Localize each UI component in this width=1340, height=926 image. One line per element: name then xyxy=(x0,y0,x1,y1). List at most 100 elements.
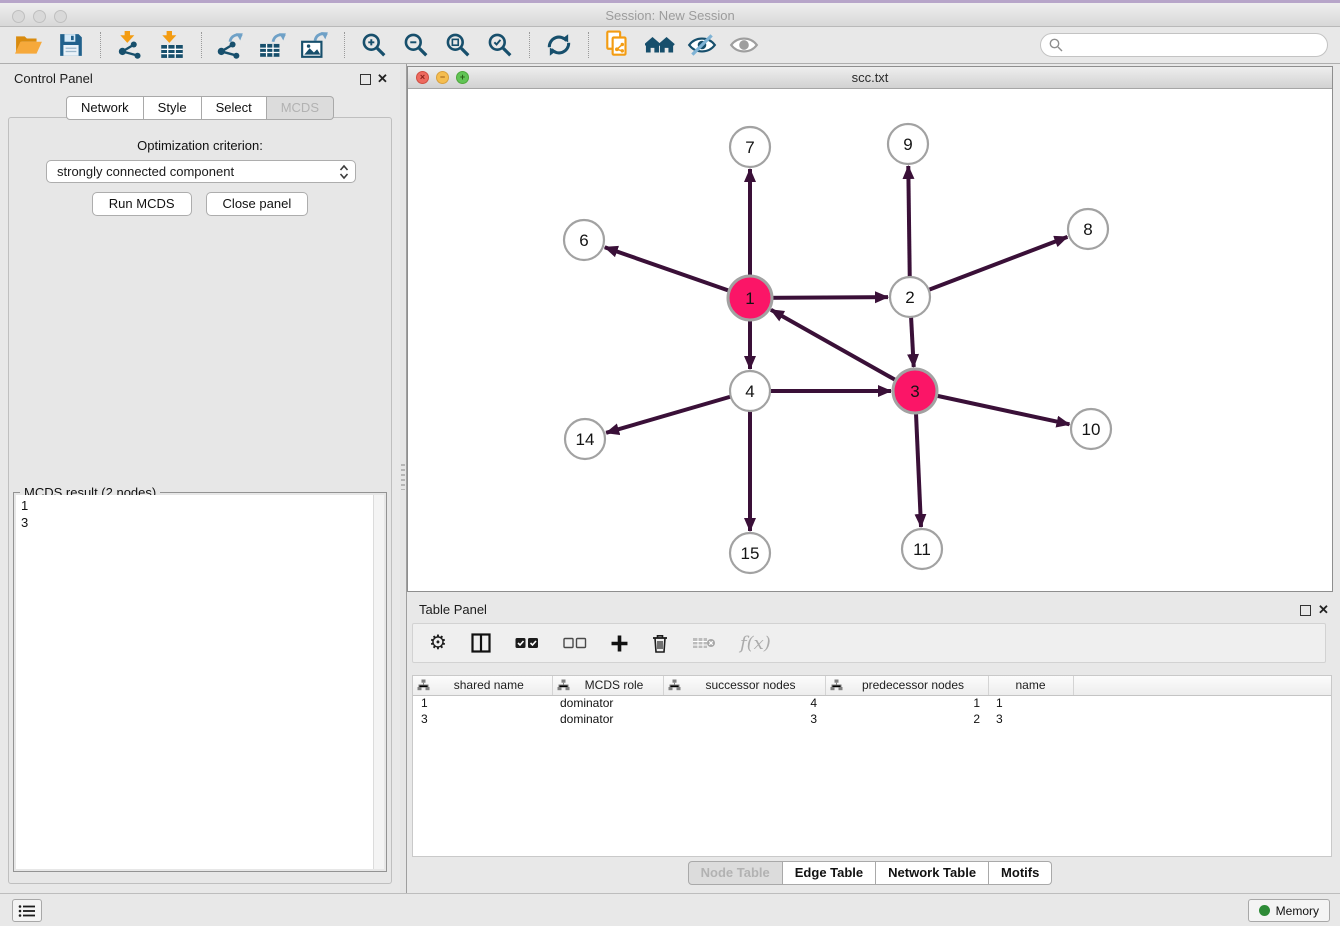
graph-node-2[interactable]: 2 xyxy=(890,277,930,317)
graph-edge-3-10[interactable] xyxy=(915,391,1069,424)
table-cell[interactable]: 3 xyxy=(663,711,825,727)
delete-column-button[interactable] xyxy=(652,630,668,656)
import-network-button[interactable] xyxy=(115,30,145,60)
table-cell[interactable]: 3 xyxy=(413,711,552,727)
first-neighbors-button[interactable] xyxy=(645,30,675,60)
node-table: shared name MCDS role successor nodes pr… xyxy=(412,675,1332,857)
zoom-fit-button[interactable] xyxy=(443,30,473,60)
graph-node-label: 9 xyxy=(903,135,912,154)
column-browser-button[interactable] xyxy=(471,630,491,656)
function-builder-button: f(x) xyxy=(740,630,771,656)
table-close-panel-icon[interactable]: ✕ xyxy=(1318,602,1329,618)
tab-mcds[interactable]: MCDS xyxy=(267,96,334,120)
open-folder-icon xyxy=(15,32,43,58)
table-row[interactable]: 3dominator323 xyxy=(413,711,1331,727)
zoom-in-icon xyxy=(361,32,387,58)
table-tabs: Node Table Edge Table Network Table Moti… xyxy=(407,861,1333,885)
mcds-buttons-row: Run MCDS Close panel xyxy=(9,192,391,216)
open-folder-button[interactable] xyxy=(14,30,44,60)
table-cell[interactable]: dominator xyxy=(552,695,663,711)
graph-node-14[interactable]: 14 xyxy=(565,419,605,459)
toolbar-separator xyxy=(344,32,345,58)
memory-button[interactable]: Memory xyxy=(1248,899,1330,922)
search-input[interactable] xyxy=(1069,38,1319,53)
tab-node-table[interactable]: Node Table xyxy=(688,861,783,885)
main-toolbar xyxy=(0,27,1340,64)
table-settings-button[interactable]: ⚙ xyxy=(429,630,447,656)
tab-edge-table[interactable]: Edge Table xyxy=(783,861,876,885)
tab-style[interactable]: Style xyxy=(144,96,202,120)
network-canvas[interactable]: 7 9 6 8 1 2 4 3 14 10 15 11 xyxy=(408,89,1332,591)
optimization-criterion-select[interactable]: strongly connected component xyxy=(46,160,356,183)
table-cell[interactable]: 4 xyxy=(663,695,825,711)
hide-selected-button[interactable] xyxy=(687,30,717,60)
graph-node-7[interactable]: 7 xyxy=(730,127,770,167)
unselect-all-columns-button[interactable] xyxy=(563,630,587,656)
graph-node-9[interactable]: 9 xyxy=(888,124,928,164)
graph-node-label: 8 xyxy=(1083,220,1092,239)
graph-node-11[interactable]: 11 xyxy=(902,529,942,569)
zoom-out-button[interactable] xyxy=(401,30,431,60)
panel-splitter[interactable] xyxy=(400,64,407,893)
table-cell[interactable]: 3 xyxy=(988,711,1073,727)
table-cell-filler xyxy=(1073,695,1331,711)
col-shared-name[interactable]: shared name xyxy=(413,676,552,695)
table-cell[interactable]: 1 xyxy=(413,695,552,711)
graph-edge-2-8[interactable] xyxy=(910,237,1067,297)
table-cell[interactable]: 1 xyxy=(825,695,988,711)
network-file-button[interactable] xyxy=(603,30,633,60)
graph-node-10[interactable]: 10 xyxy=(1071,409,1111,449)
export-image-button[interactable] xyxy=(300,30,330,60)
graph-edge-4-14[interactable] xyxy=(606,391,750,433)
task-history-button[interactable] xyxy=(12,899,42,922)
tab-network-table[interactable]: Network Table xyxy=(876,861,989,885)
application-window: Session: New Session xyxy=(0,0,1340,926)
splitter-grip[interactable] xyxy=(401,464,405,490)
run-mcds-button[interactable]: Run MCDS xyxy=(92,192,192,216)
table-float-panel-icon[interactable] xyxy=(1300,605,1311,616)
graph-node-15[interactable]: 15 xyxy=(730,533,770,573)
col-name[interactable]: name xyxy=(988,676,1073,695)
export-table-button[interactable] xyxy=(258,30,288,60)
mcds-result-scrollbar[interactable] xyxy=(373,495,384,869)
zoom-selected-button[interactable] xyxy=(485,30,515,60)
refresh-view-button[interactable] xyxy=(544,30,574,60)
close-panel-button[interactable]: Close panel xyxy=(206,192,309,216)
table-cell[interactable]: dominator xyxy=(552,711,663,727)
mcds-result-area[interactable]: 1 3 xyxy=(16,495,384,869)
graph-edge-3-1[interactable] xyxy=(771,310,915,391)
select-all-columns-button[interactable] xyxy=(515,630,539,656)
search-field[interactable] xyxy=(1040,33,1328,57)
zoom-in-button[interactable] xyxy=(359,30,389,60)
fx-icon: f(x) xyxy=(740,633,771,654)
tab-network[interactable]: Network xyxy=(66,96,144,120)
col-predecessor-nodes[interactable]: predecessor nodes xyxy=(825,676,988,695)
table-row[interactable]: 1dominator411 xyxy=(413,695,1331,711)
close-panel-icon[interactable]: ✕ xyxy=(377,71,388,87)
export-network-button[interactable] xyxy=(216,30,246,60)
mcds-panel-body: Optimization criterion: strongly connect… xyxy=(8,117,392,884)
table-cell[interactable]: 2 xyxy=(825,711,988,727)
float-panel-icon[interactable] xyxy=(360,74,371,85)
control-panel-header: Control Panel ✕ xyxy=(0,68,400,90)
graph-node-8[interactable]: 8 xyxy=(1068,209,1108,249)
col-successor-nodes[interactable]: successor nodes xyxy=(663,676,825,695)
graph-node-label: 1 xyxy=(745,289,754,308)
graph-node-1[interactable]: 1 xyxy=(728,276,772,320)
graph-node-6[interactable]: 6 xyxy=(564,220,604,260)
import-table-icon xyxy=(158,31,186,59)
toolbar-separator xyxy=(588,32,589,58)
selected-option-label: strongly connected component xyxy=(57,164,234,179)
table-toolbar: ⚙ xyxy=(412,623,1326,663)
mcds-result-box: MCDS result (2 nodes) 1 3 xyxy=(13,492,387,872)
save-session-button[interactable] xyxy=(56,30,86,60)
create-column-button[interactable] xyxy=(611,630,628,656)
import-table-button[interactable] xyxy=(157,30,187,60)
tab-select[interactable]: Select xyxy=(202,96,267,120)
tab-motifs[interactable]: Motifs xyxy=(989,861,1052,885)
col-mcds-role[interactable]: MCDS role xyxy=(552,676,663,695)
table-cell[interactable]: 1 xyxy=(988,695,1073,711)
graph-node-3[interactable]: 3 xyxy=(893,369,937,413)
network-window-title: scc.txt xyxy=(408,70,1332,85)
graph-node-4[interactable]: 4 xyxy=(730,371,770,411)
